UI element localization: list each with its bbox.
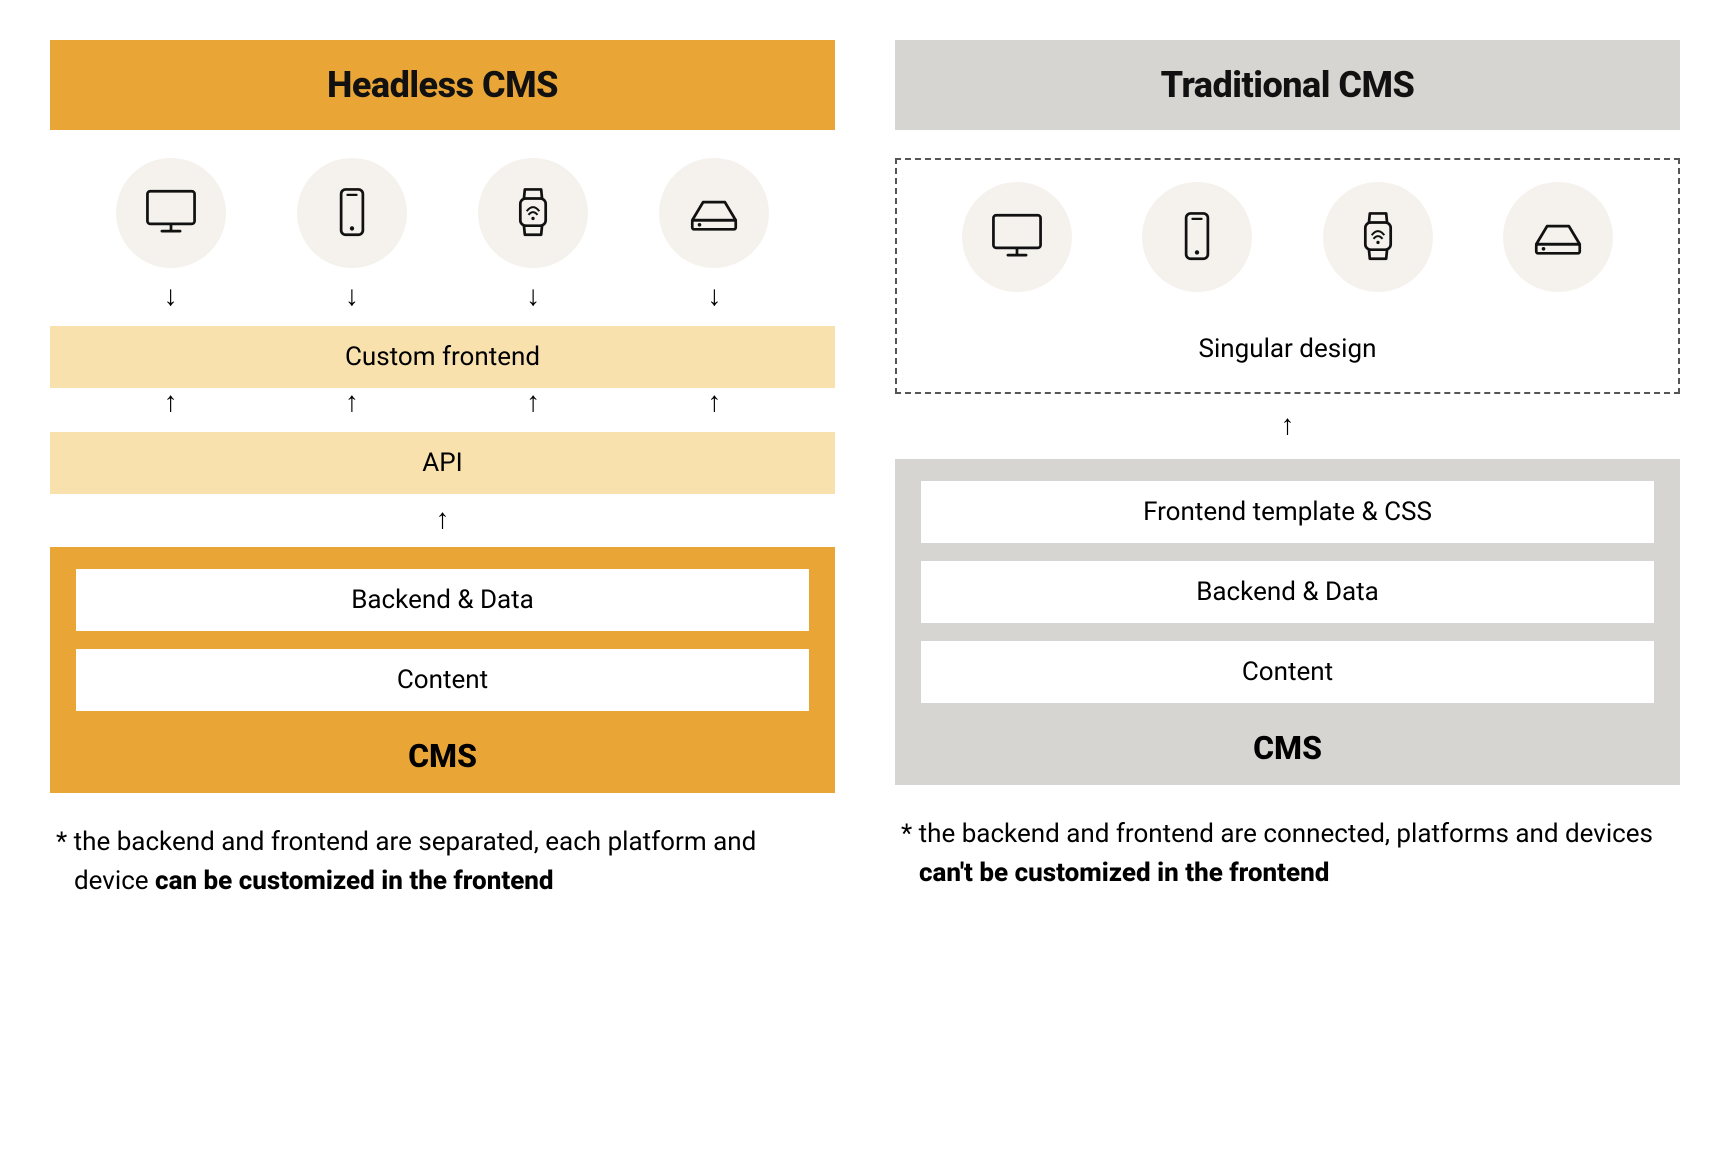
arrow-down-icon: ↓	[116, 282, 226, 326]
arrows-down: ↓ ↓ ↓ ↓	[50, 282, 835, 326]
backend-slot: Backend & Data	[76, 569, 809, 631]
phone-icon	[297, 158, 407, 268]
traditional-column: Traditional CMS Singular design ↑ Fronte…	[895, 40, 1680, 901]
content-slot: Content	[921, 641, 1654, 703]
cms-label: CMS	[76, 729, 809, 775]
arrow-up-single: ↑	[50, 494, 835, 543]
content-slot: Content	[76, 649, 809, 711]
arrow-up-icon: ↑	[297, 388, 407, 432]
desktop-icon	[116, 158, 226, 268]
footnote-bold: can be customized in the frontend	[155, 866, 554, 896]
backend-slot: Backend & Data	[921, 561, 1654, 623]
cms-label: CMS	[921, 721, 1654, 767]
arrow-up-single: ↑	[895, 394, 1680, 455]
desktop-icon	[962, 182, 1072, 292]
arrow-down-icon: ↓	[478, 282, 588, 326]
footnote-bold: can't be customized in the frontend	[919, 858, 1329, 888]
arrow-up-icon: ↑	[659, 388, 769, 432]
headless-cms-block: Backend & Data Content CMS	[50, 547, 835, 793]
traditional-title: Traditional CMS	[895, 40, 1680, 130]
arrow-down-icon: ↓	[297, 282, 407, 326]
arrows-up: ↑ ↑ ↑ ↑	[50, 388, 835, 432]
diagram-wrap: Headless CMS ↓ ↓ ↓ ↓ Custom frontend ↑ ↑…	[50, 40, 1680, 901]
arrow-up-icon: ↑	[116, 388, 226, 432]
frontend-slot: Frontend template & CSS	[921, 481, 1654, 543]
footnote-text: * the backend and frontend are connected…	[901, 819, 1653, 849]
traditional-footnote: * the backend and frontend are connected…	[913, 785, 1680, 893]
watch-icon	[478, 158, 588, 268]
phone-icon	[1142, 182, 1252, 292]
arrow-down-icon: ↓	[659, 282, 769, 326]
traditional-cms-block: Frontend template & CSS Backend & Data C…	[895, 459, 1680, 785]
custom-frontend-band: Custom frontend	[50, 326, 835, 388]
server-icon	[1503, 182, 1613, 292]
headless-title: Headless CMS	[50, 40, 835, 130]
singular-design-box: Singular design	[895, 158, 1680, 394]
traditional-devices	[897, 160, 1678, 306]
arrow-up-icon: ↑	[478, 388, 588, 432]
singular-design-label: Singular design	[897, 306, 1678, 382]
server-icon	[659, 158, 769, 268]
headless-devices	[50, 130, 835, 282]
watch-icon	[1323, 182, 1433, 292]
api-band: API	[50, 432, 835, 494]
headless-column: Headless CMS ↓ ↓ ↓ ↓ Custom frontend ↑ ↑…	[50, 40, 835, 901]
headless-footnote: * the backend and frontend are separated…	[68, 793, 835, 901]
